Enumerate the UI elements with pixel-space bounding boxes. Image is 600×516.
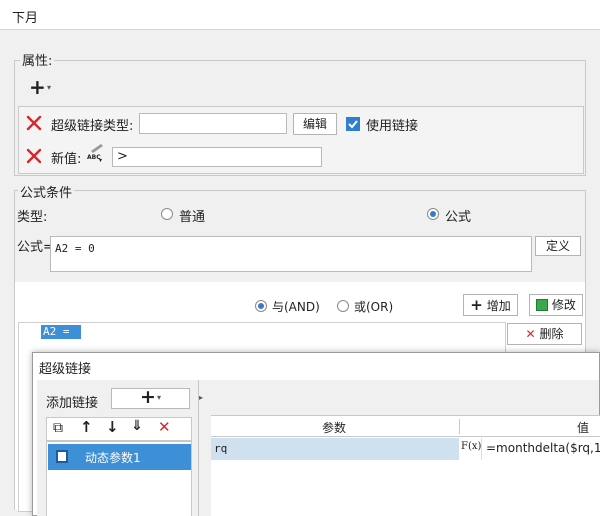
use-link-checkbox[interactable] bbox=[346, 117, 360, 131]
modify-icon bbox=[536, 299, 549, 311]
properties-label: 属性: bbox=[20, 50, 55, 69]
delete-condition-label: 删除 bbox=[539, 327, 564, 341]
arrow-down-icon[interactable]: ↓ bbox=[106, 418, 119, 436]
table-header: 参数 值 bbox=[211, 416, 600, 437]
move-bottom-icon[interactable]: ⇓ bbox=[131, 418, 143, 434]
define-button[interactable]: 定义 bbox=[535, 236, 581, 256]
new-value-field[interactable]: > bbox=[112, 147, 322, 167]
value-header: 值 bbox=[577, 421, 590, 435]
dialog-title: 超级链接 bbox=[39, 362, 92, 377]
new-value-text: > bbox=[117, 149, 128, 164]
param-header: 参数 bbox=[322, 421, 347, 435]
condition-item[interactable]: A2 = 0 bbox=[41, 325, 81, 351]
type-label: 类型: bbox=[17, 210, 48, 225]
abc-type-icon[interactable]: ABC ▾ bbox=[86, 143, 108, 167]
new-value-label: 新值: bbox=[51, 152, 82, 167]
add-condition-label: 增加 bbox=[486, 299, 511, 313]
param-name: rq bbox=[214, 442, 228, 455]
remove-hyperlink-icon[interactable] bbox=[25, 114, 43, 132]
plus-icon: + bbox=[470, 296, 483, 314]
add-link-dropdown[interactable]: + ▾ bbox=[111, 386, 190, 409]
chevron-down-icon: ▾ bbox=[47, 83, 52, 92]
use-link-label: 使用链接 bbox=[366, 119, 419, 134]
add-link-label: 添加链接 bbox=[46, 396, 99, 411]
link-list: 动态参数1 bbox=[46, 441, 192, 516]
remove-link-icon[interactable]: ✕ bbox=[158, 418, 171, 436]
and-radio[interactable] bbox=[255, 300, 267, 312]
dynamic-param-icon bbox=[56, 450, 68, 463]
or-radio-label: 或(OR) bbox=[354, 300, 394, 314]
hyperlink-dialog: 超级链接 添加链接 + ▾ ⧉ ↑ ↓ ⇓ ✕ 动态参数1 ▸ 参数 值 rq … bbox=[32, 352, 600, 516]
formula-radio[interactable] bbox=[427, 208, 439, 220]
link-item[interactable]: 动态参数1 bbox=[48, 444, 191, 470]
add-property-label: + bbox=[29, 75, 46, 99]
param-table: 参数 值 rq F(x) =monthdelta($rq,1) bbox=[211, 415, 600, 516]
arrow-up-icon[interactable]: ↑ bbox=[80, 418, 93, 436]
copy-icon[interactable]: ⧉ bbox=[53, 420, 63, 436]
add-condition-button[interactable]: + 增加 bbox=[463, 294, 518, 316]
add-property-button[interactable]: + ▾ bbox=[24, 75, 60, 99]
condition-text: A2 = 0 bbox=[43, 325, 70, 351]
title-bar: 下月 bbox=[0, 0, 600, 30]
delete-condition-button[interactable]: ✕ 删除 bbox=[507, 323, 582, 345]
normal-radio-label: 普通 bbox=[179, 210, 206, 225]
edit-button[interactable]: 编辑 bbox=[293, 113, 337, 135]
formula-label: 公式= bbox=[17, 240, 54, 255]
checkmark-icon bbox=[348, 120, 358, 129]
link-item-label: 动态参数1 bbox=[85, 451, 141, 465]
formula-fx-icon[interactable]: F(x) bbox=[460, 438, 482, 460]
formula-text: A2 = 0 bbox=[55, 242, 95, 255]
chevron-down-icon: ▾ bbox=[157, 393, 162, 402]
remove-new-value-icon[interactable] bbox=[25, 147, 43, 165]
hyperlink-type-label: 超级链接类型: bbox=[51, 119, 134, 134]
value-cell[interactable]: =monthdelta($rq,1) bbox=[486, 441, 600, 455]
or-radio[interactable] bbox=[337, 300, 349, 312]
formula-condition-label: 公式条件 bbox=[18, 182, 75, 201]
table-row[interactable]: rq F(x) =monthdelta($rq,1) bbox=[211, 438, 600, 460]
close-icon: ✕ bbox=[525, 327, 536, 341]
modify-condition-label: 修改 bbox=[551, 298, 576, 312]
collapse-arrow-icon[interactable]: ▸ bbox=[199, 393, 203, 402]
link-toolbar: ⧉ ↑ ↓ ⇓ ✕ bbox=[46, 417, 192, 441]
window-title: 下月 bbox=[12, 11, 39, 26]
normal-radio[interactable] bbox=[161, 208, 173, 220]
param-cell[interactable]: rq bbox=[211, 438, 459, 460]
and-radio-label: 与(AND) bbox=[272, 300, 320, 314]
modify-condition-button[interactable]: 修改 bbox=[529, 294, 583, 316]
formula-input[interactable]: A2 = 0 bbox=[50, 236, 532, 272]
conditional-attribute-window: 下月 属性: + ▾ 超级链接类型: 编辑 使用链接 新值: ABC ▾ > 公… bbox=[0, 0, 600, 516]
formula-radio-label: 公式 bbox=[445, 210, 472, 225]
hyperlink-type-field[interactable] bbox=[139, 113, 287, 134]
